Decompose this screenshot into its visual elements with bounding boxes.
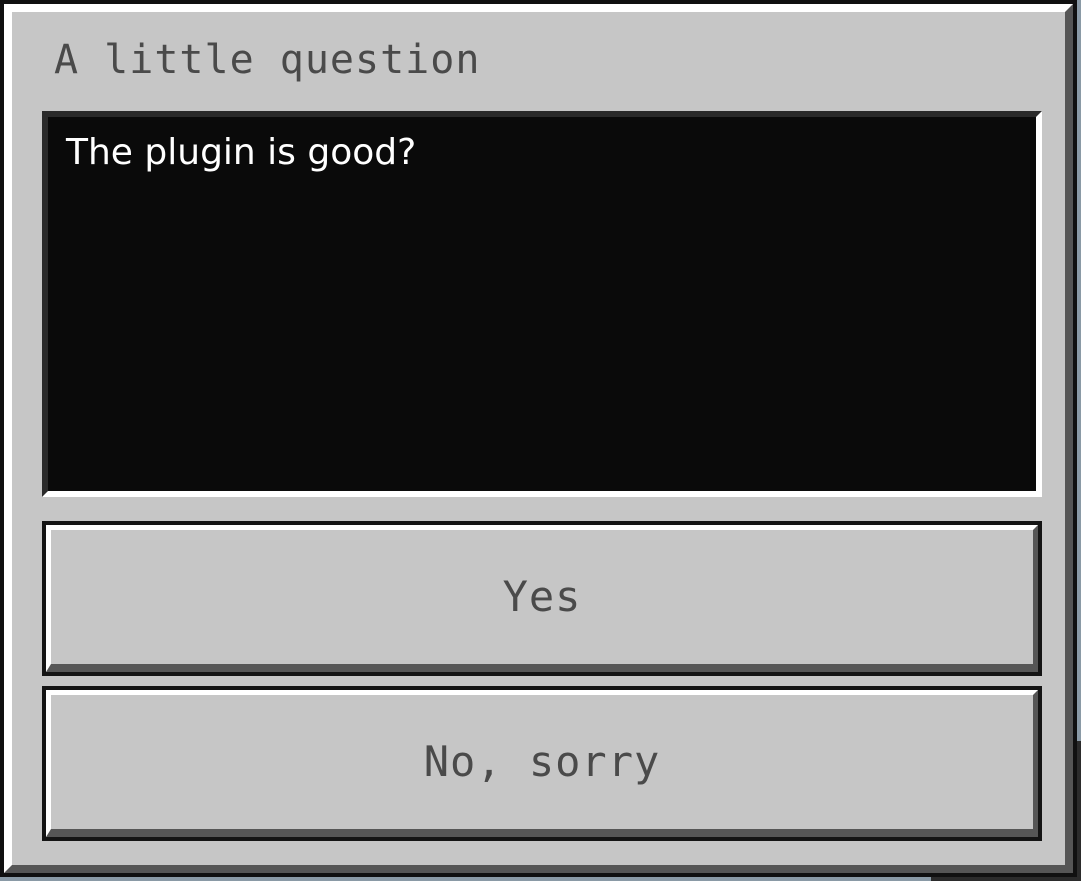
- yes-button-face[interactable]: Yes: [46, 525, 1038, 672]
- no-sorry-button-face[interactable]: No, sorry: [46, 690, 1038, 837]
- dialog-content-text: The plugin is good?: [66, 132, 417, 173]
- no-sorry-button[interactable]: No, sorry: [42, 686, 1042, 841]
- dialog-panel: A little question The plugin is good? Ye…: [4, 4, 1073, 873]
- yes-button-label: Yes: [502, 572, 582, 621]
- modal-form-dialog: A little question The plugin is good? Ye…: [0, 0, 1077, 877]
- dialog-content-box: The plugin is good?: [42, 111, 1042, 497]
- dialog-title: A little question: [54, 37, 481, 83]
- no-sorry-button-label: No, sorry: [423, 737, 661, 786]
- yes-button[interactable]: Yes: [42, 521, 1042, 676]
